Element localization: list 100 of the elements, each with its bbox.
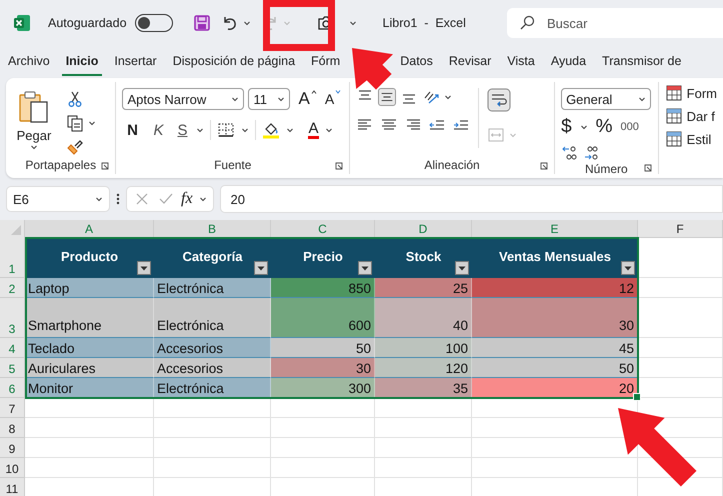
- save-icon[interactable]: [192, 14, 211, 32]
- caret-icon[interactable]: [88, 119, 96, 127]
- group-label: Portapapeles: [25, 158, 96, 172]
- filter-dropdown-icon[interactable]: [621, 261, 635, 275]
- copy-icon[interactable]: [66, 114, 84, 132]
- paste-button[interactable]: Pegar: [16, 128, 52, 143]
- number-format-dropdown[interactable]: General: [561, 88, 652, 110]
- column-header[interactable]: E: [472, 220, 638, 238]
- caret-icon: [335, 90, 342, 94]
- autosave-toggle[interactable]: [134, 14, 173, 32]
- decrease-font-button[interactable]: A: [324, 91, 334, 107]
- table-cell: 120: [375, 358, 472, 378]
- font-color-button[interactable]: A: [308, 122, 318, 138]
- row-header[interactable]: 3: [0, 298, 25, 338]
- row-header[interactable]: 2: [0, 278, 25, 298]
- table-style-icon[interactable]: [664, 84, 683, 102]
- row-header[interactable]: 8: [0, 418, 25, 438]
- search-field[interactable]: Buscar: [507, 8, 723, 38]
- row-header[interactable]: 4: [0, 338, 25, 358]
- row-header[interactable]: 7: [0, 398, 25, 418]
- more-icon[interactable]: [116, 192, 120, 206]
- font-size-dropdown[interactable]: 11: [248, 88, 290, 110]
- caret-icon: [638, 95, 646, 103]
- caret-icon[interactable]: [242, 19, 251, 27]
- caret-icon[interactable]: [241, 126, 250, 134]
- column-header[interactable]: D: [375, 220, 472, 238]
- table-cell: 50: [271, 338, 375, 358]
- column-header[interactable]: B: [154, 220, 271, 238]
- percent-button[interactable]: %: [596, 116, 613, 138]
- row-header[interactable]: 9: [0, 438, 25, 458]
- ribbon-tab[interactable]: Insertar: [110, 48, 161, 76]
- wrap-text-icon[interactable]: [487, 88, 512, 112]
- increase-font-button[interactable]: A: [298, 89, 310, 109]
- table-cell: Accesorios: [154, 358, 271, 378]
- filter-dropdown-icon[interactable]: [254, 261, 268, 275]
- table-cell: 40: [375, 298, 472, 338]
- ribbon-tab[interactable]: Disposición de página: [168, 48, 300, 76]
- caret-icon[interactable]: [324, 126, 332, 134]
- table-cell: Auriculares: [25, 358, 154, 378]
- fill-color-icon[interactable]: [262, 121, 280, 139]
- row-header[interactable]: 10: [0, 458, 25, 478]
- increase-decimal-icon[interactable]: [561, 144, 580, 162]
- ribbon-tab[interactable]: Ayuda: [546, 48, 590, 76]
- thousands-button[interactable]: 000: [620, 121, 639, 133]
- caret-icon[interactable]: [198, 195, 207, 203]
- table-header-cell: Producto: [25, 238, 154, 278]
- table-style-icon[interactable]: [664, 107, 683, 125]
- ribbon-tab[interactable]: Archivo: [4, 48, 54, 76]
- table-cell: Electrónica: [154, 278, 271, 298]
- dialog-launcher-icon[interactable]: [644, 164, 652, 172]
- merge-cells-icon[interactable]: [487, 126, 506, 144]
- dialog-launcher-icon[interactable]: [335, 162, 344, 170]
- currency-button[interactable]: $: [561, 116, 572, 138]
- caret-icon[interactable]: [348, 19, 357, 27]
- ribbon-tab[interactable]: Vista: [503, 48, 539, 76]
- row-header[interactable]: 5: [0, 358, 25, 378]
- column-header[interactable]: C: [271, 220, 375, 238]
- ribbon-tab[interactable]: Inicio: [62, 48, 102, 76]
- table-cell: 600: [271, 298, 375, 338]
- caret-icon[interactable]: [580, 123, 588, 131]
- caret-icon[interactable]: [444, 93, 452, 101]
- autosave-label: Autoguardado: [48, 16, 127, 30]
- ribbon-tab[interactable]: Fórm: [307, 48, 344, 76]
- italic-button[interactable]: K: [148, 122, 168, 138]
- ribbon-tab[interactable]: Revisar: [444, 48, 496, 76]
- underline-button[interactable]: S: [174, 122, 190, 138]
- middle-align-icon[interactable]: [378, 88, 396, 106]
- ribbon-tab[interactable]: Transmisor de: [598, 48, 686, 76]
- row-header[interactable]: 6: [0, 378, 25, 398]
- font-family-dropdown[interactable]: Aptos Narrow: [122, 88, 244, 110]
- filter-dropdown-icon[interactable]: [455, 261, 469, 275]
- filter-dropdown-icon[interactable]: [137, 261, 151, 275]
- table-style-icon[interactable]: [664, 130, 683, 148]
- table-cell: 45: [472, 338, 638, 358]
- excel-logo-icon: [12, 13, 32, 33]
- dialog-launcher-icon[interactable]: [540, 162, 548, 170]
- styles-button[interactable]: Estil: [686, 132, 712, 146]
- caret-icon[interactable]: [196, 126, 204, 134]
- row-header[interactable]: 1: [0, 238, 25, 278]
- scissors-icon[interactable]: [66, 90, 84, 108]
- caret-icon[interactable]: [30, 143, 38, 151]
- column-header[interactable]: F: [638, 220, 723, 238]
- fill-handle[interactable]: [633, 393, 641, 401]
- name-box[interactable]: E6: [6, 186, 110, 212]
- borders-icon[interactable]: [217, 121, 236, 139]
- styles-button[interactable]: Form: [686, 86, 717, 100]
- table-cell: Electrónica: [154, 378, 271, 398]
- row-header[interactable]: 11: [0, 478, 25, 496]
- table-cell: 30: [271, 358, 375, 378]
- dialog-launcher-icon[interactable]: [101, 162, 110, 170]
- bold-button[interactable]: N: [122, 122, 142, 138]
- styles-button[interactable]: Dar f: [686, 108, 715, 124]
- formula-input[interactable]: 20: [220, 185, 723, 213]
- column-header[interactable]: A: [25, 220, 154, 238]
- caret-icon[interactable]: [286, 126, 294, 134]
- format-painter-icon[interactable]: [66, 138, 84, 156]
- insert-function-button[interactable]: fx: [181, 190, 193, 208]
- ribbon-tab[interactable]: Datos: [396, 48, 437, 76]
- filter-dropdown-icon[interactable]: [358, 261, 372, 275]
- clipboard-icon[interactable]: [18, 90, 50, 124]
